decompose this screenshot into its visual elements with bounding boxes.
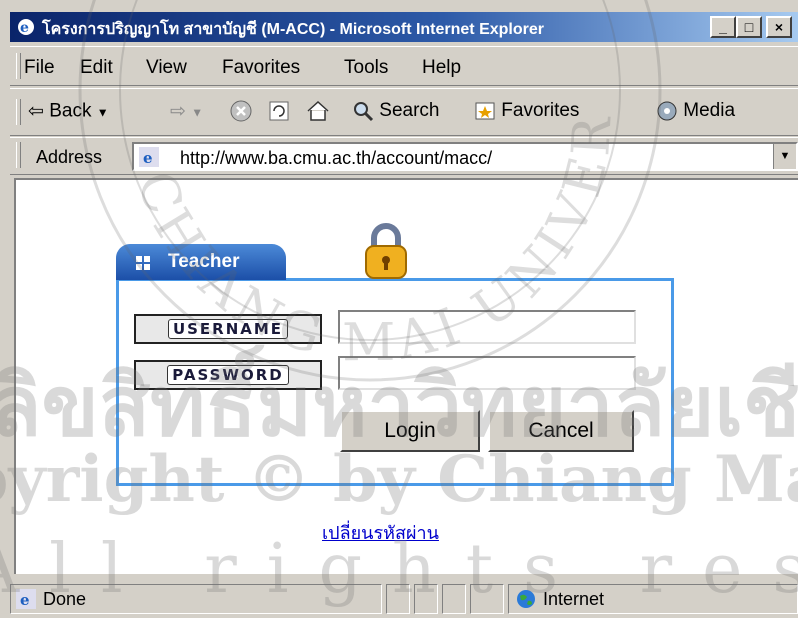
close-button[interactable]: × [766,16,792,38]
grip-handle[interactable] [16,142,21,168]
status-pane [442,584,466,614]
status-pane [470,584,504,614]
username-label: USERNAME [134,314,322,344]
address-field[interactable]: e http://www.ba.cmu.ac.th/account/macc/ … [132,142,798,171]
menu-edit[interactable]: Edit [80,57,113,79]
address-url[interactable]: http://www.ba.cmu.ac.th/account/macc/ [180,148,492,169]
status-main-pane: e Done [10,584,382,614]
lock-icon [365,223,407,279]
panel-title: Teacher [168,251,240,272]
status-zone-pane: Internet [508,584,798,614]
media-label: Media [683,100,736,122]
username-input[interactable] [338,310,636,344]
menu-favorites[interactable]: Favorites [222,57,300,79]
window-title: โครงการปริญญาโท สาขาบัญชี (M-ACC) - Micr… [42,21,544,38]
svg-text:e: e [20,20,29,36]
refresh-button[interactable] [268,100,290,122]
standard-toolbar: ⇦ Back ▼ ⇨ ▼ Search Favorites Media [10,88,798,136]
minimize-button[interactable]: _ [710,16,736,38]
ie-logo-icon: e [18,19,34,36]
menu-file[interactable]: File [24,57,55,79]
svg-text:e: e [20,591,30,609]
search-button[interactable]: Search [352,100,439,122]
home-icon [307,100,329,121]
search-icon [354,102,374,122]
search-label: Search [379,100,440,122]
grid-icon [136,256,150,270]
favorites-button[interactable]: Favorites [474,100,579,122]
forward-button[interactable]: ⇨ ▼ [170,100,203,123]
chevron-down-icon[interactable]: ▼ [191,106,203,120]
grip-handle[interactable] [16,99,21,125]
login-button[interactable]: Login [340,410,480,452]
svg-text:e: e [143,149,153,167]
status-bar: e Done Internet [10,578,798,618]
stop-button[interactable] [230,100,252,122]
password-label: PASSWORD [134,360,322,390]
change-password-link[interactable]: เปลี่ยนรหัสผ่าน [322,518,439,547]
title-bar[interactable]: e โครงการปริญญาโท สาขาบัญชี (M-ACC) - Mi… [10,12,798,42]
back-arrow-icon: ⇦ [28,101,44,122]
address-bar: Address e http://www.ba.cmu.ac.th/accoun… [10,137,798,175]
home-button[interactable] [306,100,330,122]
forward-arrow-icon: ⇨ [170,101,186,122]
ie-page-icon: e [139,147,159,167]
chevron-down-icon[interactable]: ▼ [97,106,109,120]
menu-help[interactable]: Help [422,57,461,79]
back-button[interactable]: ⇦ Back ▼ [28,100,109,123]
favorites-icon [475,102,495,120]
media-icon [657,101,677,121]
cancel-button[interactable]: Cancel [488,410,634,452]
grip-handle[interactable] [16,53,21,79]
back-label: Back [49,100,92,122]
chevron-down-icon[interactable]: ▼ [773,144,796,169]
password-input[interactable] [338,356,636,390]
favorites-label: Favorites [501,100,580,122]
menu-view[interactable]: View [146,57,187,79]
browser-window: e โครงการปริญญาโท สาขาบัญชี (M-ACC) - Mi… [0,0,798,618]
media-button[interactable]: Media [656,100,735,122]
zone-text: Internet [543,589,605,609]
menu-tools[interactable]: Tools [344,57,388,79]
globe-icon [517,590,535,608]
status-pane [414,584,438,614]
login-panel-header: Teacher [116,244,286,280]
status-text: Done [43,589,87,609]
status-pane [386,584,410,614]
refresh-icon [269,101,289,121]
maximize-button[interactable]: □ [736,16,762,38]
address-label: Address [36,147,103,167]
menu-bar: File Edit View Favorites Tools Help [10,46,798,86]
ie-page-icon: e [16,589,36,609]
page-content: Teacher USERNAME PASSWORD Login Cancel เ… [14,178,798,574]
stop-icon [230,100,252,122]
